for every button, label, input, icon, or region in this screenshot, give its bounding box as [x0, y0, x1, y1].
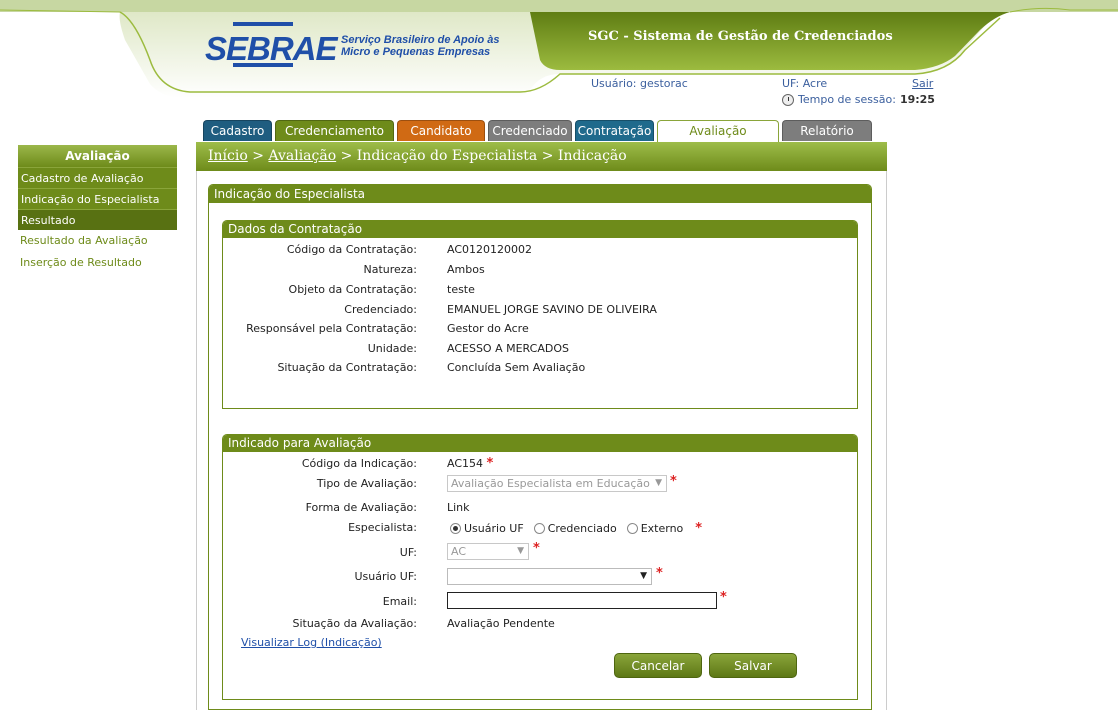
tab-credenciamento[interactable]: Credenciamento	[275, 120, 394, 141]
logo-tagline-1: Serviço Brasileiro de Apoio às	[341, 34, 500, 46]
breadcrumb-section[interactable]: Avaliação	[268, 148, 336, 164]
session-time: 19:25	[899, 93, 935, 106]
breadcrumb: Início > Avaliação > Indicação do Especi…	[196, 142, 887, 171]
logo-word: SEBRAE	[205, 30, 338, 67]
sidebar: Avaliação Cadastro de Avaliação Indicaçã…	[18, 145, 177, 274]
codigo-indicacao-value: AC154	[447, 457, 484, 470]
required-mark: *	[720, 590, 727, 605]
session-timer: Tempo de sessão: 19:25	[782, 93, 935, 106]
radio-externo-label: Externo	[640, 522, 684, 535]
radio-usuario-uf-label: Usuário UF	[464, 522, 524, 535]
codigo-contratacao-label: Código da Contratação:	[286, 243, 417, 256]
chevron-down-icon: ▼	[517, 546, 524, 556]
sidebar-item-resultado[interactable]: Resultado	[18, 209, 177, 230]
email-field[interactable]	[447, 592, 717, 609]
chevron-down-icon: ▼	[640, 571, 647, 581]
session-label: Tempo de sessão:	[798, 93, 896, 106]
radio-unchecked-icon	[626, 523, 638, 534]
required-mark: *	[670, 474, 677, 489]
radio-credenciado[interactable]: Credenciado	[533, 522, 617, 535]
codigo-indicacao-row: AC154 *	[447, 456, 493, 471]
usuario-uf-label: Usuário UF:	[354, 570, 417, 583]
natureza-label: Natureza:	[363, 263, 417, 276]
radio-unchecked-icon	[533, 523, 545, 534]
sidebar-item-indicacao-especialista[interactable]: Indicação do Especialista	[18, 188, 177, 209]
system-title: SGC - Sistema de Gestão de Credenciados	[588, 29, 893, 44]
required-mark: *	[533, 541, 540, 556]
tab-relatorio[interactable]: Relatório	[782, 120, 872, 141]
radio-usuario-uf[interactable]: Usuário UF	[450, 522, 524, 535]
sebrae-logo-mark: SEBRAE	[205, 22, 338, 70]
sidebar-title: Avaliação	[18, 145, 177, 167]
radio-externo[interactable]: Externo	[626, 522, 684, 535]
logo-tagline-2: Micro e Pequenas Empresas	[341, 46, 491, 58]
sebrae-logo: SEBRAE Serviço Brasileiro de Apoio às Mi…	[205, 22, 500, 70]
main-tabs: Cadastro Credenciamento Candidato Creden…	[203, 120, 872, 142]
natureza-value: Ambos	[447, 263, 485, 276]
sidebar-subitem-insercao-resultado[interactable]: Inserção de Resultado	[18, 252, 177, 274]
uf-select[interactable]: AC ▼	[447, 543, 529, 560]
unidade-label: Unidade:	[367, 342, 417, 355]
tab-credenciado[interactable]: Credenciado	[488, 120, 572, 141]
tab-avaliacao[interactable]: Avaliação	[657, 120, 779, 142]
breadcrumb-home[interactable]: Início	[208, 148, 248, 164]
forma-avaliacao-value: Link	[447, 501, 470, 514]
tipo-avaliacao-value: Avaliação Especialista em Educação	[451, 477, 650, 490]
email-label: Email:	[382, 595, 417, 608]
tab-contratacao[interactable]: Contratação	[575, 120, 654, 141]
save-button[interactable]: Salvar	[709, 653, 797, 678]
required-mark: *	[656, 566, 663, 581]
credenciado-label: Credenciado:	[344, 303, 417, 316]
forma-avaliacao-label: Forma de Avaliação:	[305, 501, 417, 514]
tipo-avaliacao-label: Tipo de Avaliação:	[316, 477, 417, 490]
dados-contratacao-title: Dados da Contratação	[223, 221, 857, 238]
cancel-button[interactable]: Cancelar	[614, 653, 702, 678]
responsavel-label: Responsável pela Contratação:	[246, 322, 417, 335]
visualizar-log-link[interactable]: Visualizar Log (Indicação)	[241, 636, 382, 649]
header-background	[0, 0, 1118, 98]
header: SEBRAE Serviço Brasileiro de Apoio às Mi…	[0, 0, 1118, 110]
responsavel-value: Gestor do Acre	[447, 322, 529, 335]
required-mark: *	[695, 521, 703, 536]
especialista-radio-group: Usuário UF Credenciado Externo *	[450, 521, 702, 536]
especialista-label: Especialista:	[348, 521, 417, 534]
uf-value: AC	[451, 545, 467, 558]
tipo-avaliacao-select[interactable]: Avaliação Especialista em Educação ▼	[447, 475, 667, 492]
situacao-avaliacao-value: Avaliação Pendente	[447, 617, 555, 630]
usuario-uf-select[interactable]: ▼	[447, 568, 652, 585]
uf-label: UF: Acre	[782, 77, 828, 90]
credenciado-value: EMANUEL JORGE SAVINO DE OLIVEIRA	[447, 303, 657, 316]
situacao-contratacao-value: Concluída Sem Avaliação	[447, 361, 586, 374]
situacao-avaliacao-label: Situação da Avaliação:	[292, 617, 417, 630]
codigo-indicacao-label: Código da Indicação:	[301, 457, 417, 470]
sidebar-subitem-resultado-avaliacao[interactable]: Resultado da Avaliação	[18, 230, 177, 252]
sidebar-item-cadastro-avaliacao[interactable]: Cadastro de Avaliação	[18, 167, 177, 188]
tab-cadastro[interactable]: Cadastro	[203, 120, 272, 141]
radio-credenciado-label: Credenciado	[547, 522, 617, 535]
radio-checked-icon	[450, 523, 461, 534]
breadcrumb-sep: >	[247, 148, 269, 164]
uf-label: UF:	[399, 546, 417, 559]
objeto-value: teste	[447, 283, 475, 296]
objeto-label: Objeto da Contratação:	[288, 283, 417, 296]
logout-link[interactable]: Sair	[912, 77, 933, 90]
clock-icon	[782, 93, 794, 106]
codigo-contratacao-value: AC0120120002	[447, 243, 532, 256]
user-label: Usuário: gestorac	[591, 77, 688, 90]
situacao-contratacao-label: Situação da Contratação:	[277, 361, 417, 374]
required-mark: *	[486, 456, 494, 471]
panel-title: Indicação do Especialista	[209, 185, 871, 203]
indicado-avaliacao-title: Indicado para Avaliação	[223, 435, 857, 452]
tab-candidato[interactable]: Candidato	[397, 120, 485, 141]
chevron-down-icon: ▼	[655, 478, 662, 488]
logo-tagline: Serviço Brasileiro de Apoio às Micro e P…	[341, 34, 500, 58]
unidade-value: ACESSO A MERCADOS	[447, 342, 569, 355]
breadcrumb-rest: > Indicação do Especialista > Indicação	[336, 148, 627, 164]
